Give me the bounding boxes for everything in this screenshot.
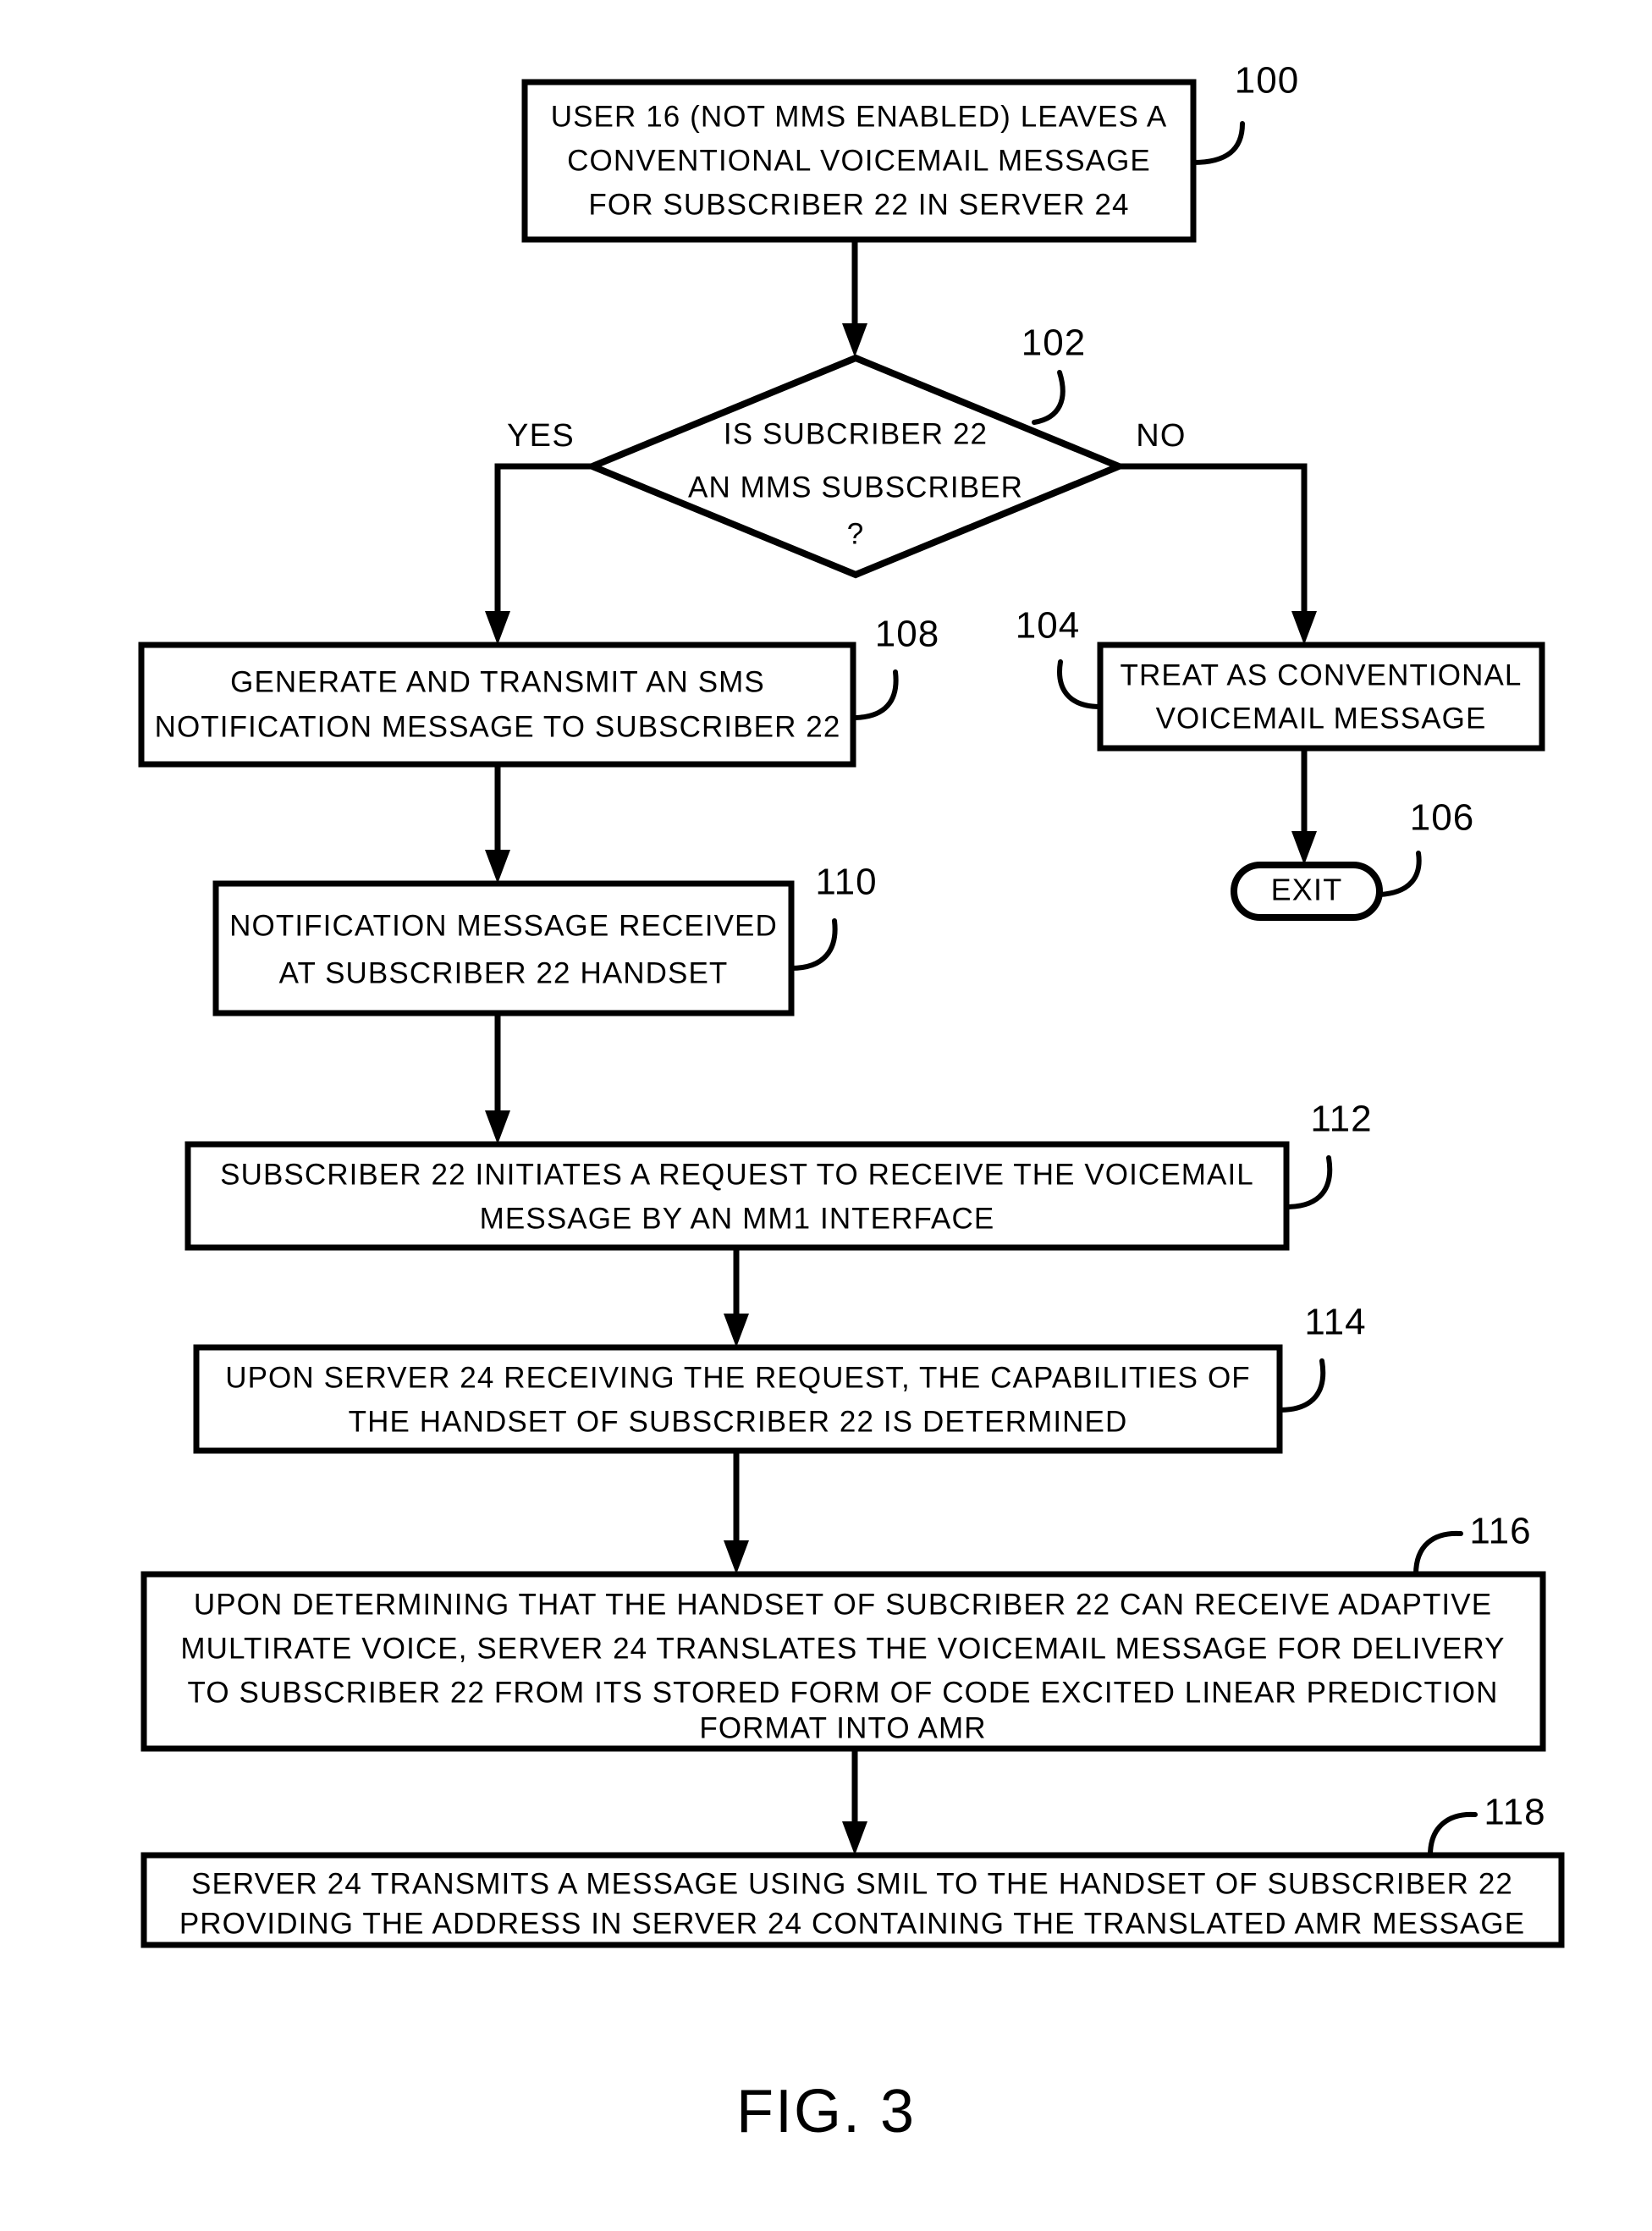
node-106-label: EXIT [1271, 873, 1343, 907]
figure-root: USER 16 (NOT MMS ENABLED) LEAVES A CONVE… [0, 0, 1652, 2231]
node-118-line-2: PROVIDING THE ADDRESS IN SERVER 24 CONTA… [179, 1907, 1525, 1940]
node-114[interactable]: UPON SERVER 24 RECEIVING THE REQUEST, TH… [193, 1344, 1283, 1454]
node-116-line-4: FORMAT INTO AMR [699, 1711, 986, 1744]
leader-104: 104 [1016, 605, 1103, 709]
connector-104-to-106 [1291, 748, 1317, 865]
ref-number-110: 110 [815, 862, 877, 903]
leader-102: 102 [1021, 322, 1086, 425]
node-114-line-2: THE HANDSET OF SUBSCRIBER 22 IS DETERMIN… [349, 1405, 1128, 1438]
ref-number-100: 100 [1235, 60, 1299, 102]
node-100-line-1: USER 16 (NOT MMS ENABLED) LEAVES A [551, 100, 1168, 133]
ref-number-118: 118 [1484, 1792, 1545, 1833]
ref-number-102: 102 [1021, 322, 1086, 364]
leader-118: 118 [1428, 1792, 1545, 1858]
node-116-line-3: TO SUBSCRIBER 22 FROM ITS STORED FORM OF… [188, 1676, 1499, 1709]
leader-106: 106 [1377, 797, 1474, 897]
node-102-line-1: IS SUBCRIBER 22 [724, 417, 988, 450]
ref-number-116: 116 [1469, 1511, 1531, 1552]
node-110[interactable]: NOTIFICATION MESSAGE RECEIVED AT SUBSCRI… [212, 880, 795, 1016]
node-104-line-1: TREAT AS CONVENTIONAL [1121, 658, 1523, 691]
node-116-line-2: MULTIRATE VOICE, SERVER 24 TRANSLATES TH… [180, 1632, 1505, 1665]
node-112[interactable]: SUBSCRIBER 22 INITIATES A REQUEST TO REC… [184, 1141, 1290, 1251]
ref-number-112: 112 [1310, 1099, 1372, 1140]
figure-caption: FIG. 3 [736, 2078, 916, 2146]
connector-116-to-118 [842, 1749, 867, 1855]
node-100-line-3: FOR SUBSCRIBER 22 IN SERVER 24 [588, 188, 1129, 221]
ref-number-104: 104 [1016, 605, 1080, 647]
connector-108-to-110 [485, 764, 510, 884]
node-108-line-1: GENERATE AND TRANSMIT AN SMS [230, 665, 765, 698]
node-102-line-2: AN MMS SUBSCRIBER [688, 471, 1023, 504]
connector-102-no-to-104 [1119, 463, 1317, 645]
connector-100-to-102 [842, 240, 867, 357]
node-106[interactable]: EXIT [1231, 862, 1383, 921]
connector-112-to-114 [724, 1248, 749, 1347]
node-118[interactable]: SERVER 24 TRANSMITS A MESSAGE USING SMIL… [140, 1852, 1565, 1948]
connector-102-yes-to-108 [485, 463, 592, 645]
ref-number-106: 106 [1410, 797, 1474, 839]
node-110-line-1: NOTIFICATION MESSAGE RECEIVED [229, 909, 778, 942]
leader-108: 108 [851, 614, 939, 720]
flowchart-canvas: USER 16 (NOT MMS ENABLED) LEAVES A CONVE… [138, 60, 1565, 2146]
connector-114-to-116 [724, 1451, 749, 1574]
node-102-line-3: ? [847, 517, 865, 550]
node-112-line-1: SUBSCRIBER 22 INITIATES A REQUEST TO REC… [220, 1158, 1254, 1191]
node-104-line-2: VOICEMAIL MESSAGE [1156, 702, 1487, 735]
node-116[interactable]: UPON DETERMINING THAT THE HANDSET OF SUB… [140, 1571, 1546, 1752]
node-104[interactable]: TREAT AS CONVENTIONAL VOICEMAIL MESSAGE [1097, 642, 1545, 752]
node-100[interactable]: USER 16 (NOT MMS ENABLED) LEAVES A CONVE… [521, 79, 1197, 243]
node-114-line-1: UPON SERVER 24 RECEIVING THE REQUEST, TH… [225, 1361, 1251, 1394]
node-108-line-2: NOTIFICATION MESSAGE TO SUBSCRIBER 22 [155, 710, 841, 743]
ref-number-114: 114 [1304, 1302, 1366, 1343]
node-100-line-2: CONVENTIONAL VOICEMAIL MESSAGE [567, 144, 1151, 177]
ref-number-108: 108 [875, 614, 939, 655]
branch-label-yes: YES [507, 418, 575, 454]
node-102[interactable]: IS SUBCRIBER 22 AN MMS SUBSCRIBER ? [583, 354, 1128, 579]
leader-116: 116 [1413, 1511, 1531, 1577]
node-116-line-1: UPON DETERMINING THAT THE HANDSET OF SUB… [194, 1588, 1492, 1621]
node-110-line-2: AT SUBSCRIBER 22 HANDSET [279, 956, 729, 989]
leader-114: 114 [1277, 1302, 1366, 1413]
branch-label-no: NO [1136, 418, 1187, 454]
node-108[interactable]: GENERATE AND TRANSMIT AN SMS NOTIFICATIO… [138, 642, 856, 768]
node-118-line-1: SERVER 24 TRANSMITS A MESSAGE USING SMIL… [191, 1867, 1513, 1900]
leader-100: 100 [1191, 60, 1299, 165]
leader-112: 112 [1284, 1099, 1372, 1209]
node-112-line-2: MESSAGE BY AN MM1 INTERFACE [480, 1202, 995, 1235]
leader-110: 110 [789, 862, 877, 971]
connector-110-to-112 [485, 1013, 510, 1144]
